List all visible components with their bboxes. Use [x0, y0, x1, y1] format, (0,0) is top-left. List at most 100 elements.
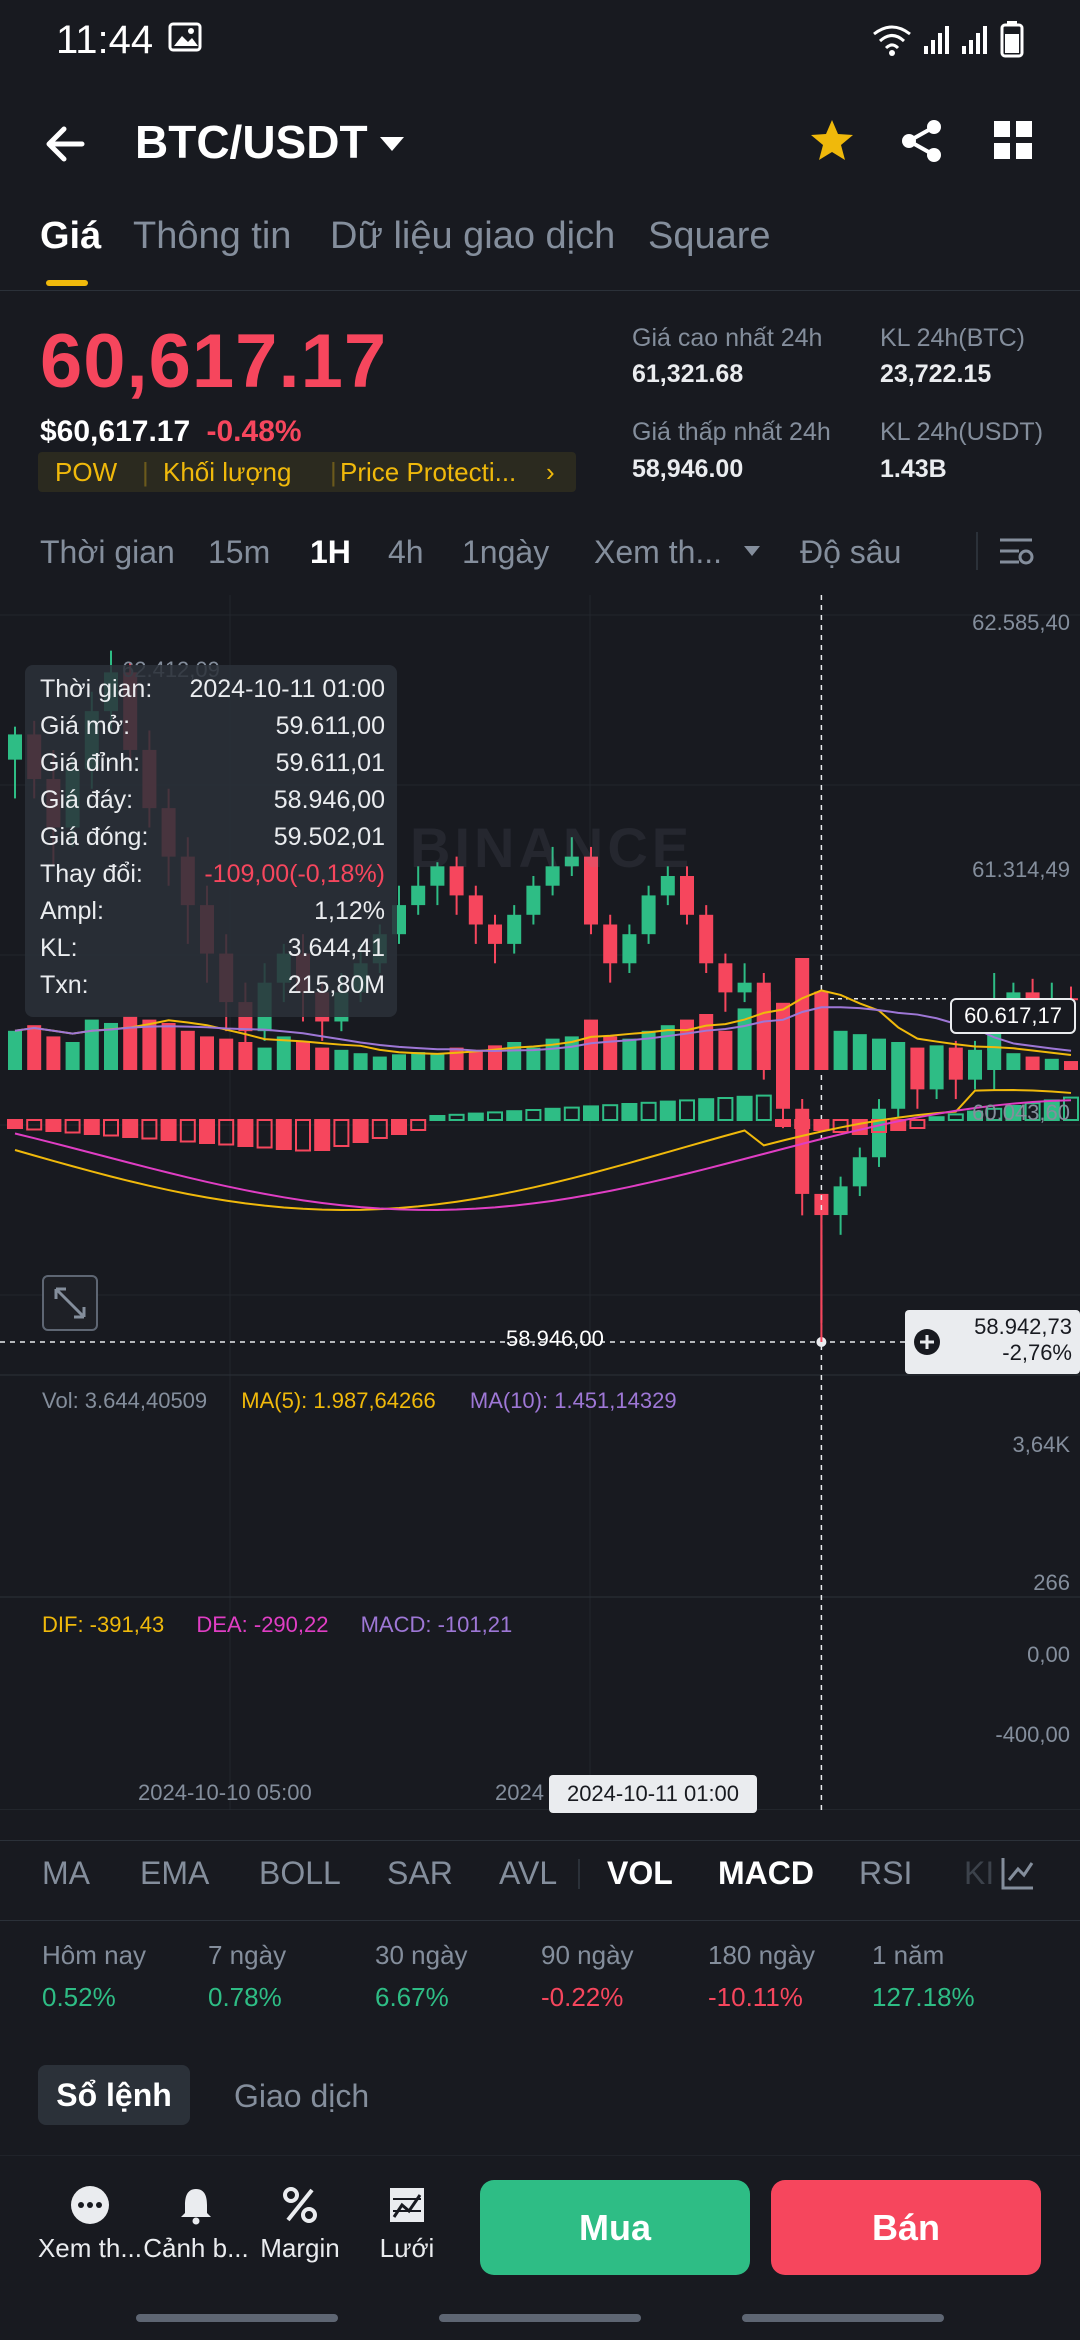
share-icon[interactable] — [898, 117, 946, 165]
tooltip-row: KL: 3.644,41 — [40, 934, 385, 968]
usd-price-row: $60,617.17 -0.48% — [40, 415, 302, 449]
timeframe-15m[interactable]: 15m — [208, 534, 270, 571]
indicator-settings-icon[interactable] — [1000, 1855, 1036, 1891]
tab-square[interactable]: Square — [648, 215, 771, 258]
timeframe-1d[interactable]: 1ngày — [462, 534, 549, 571]
candle-body — [737, 982, 752, 993]
indicator-avl[interactable]: AVL — [499, 1855, 557, 1892]
tab-info[interactable]: Thông tin — [133, 215, 291, 258]
alert-label: Cảnh b... — [143, 2233, 249, 2263]
volume-bar — [1006, 1053, 1021, 1070]
divider — [578, 1859, 580, 1889]
indicator-boll[interactable]: BOLL — [259, 1855, 341, 1892]
performance-value: 127.18% — [872, 1982, 975, 2012]
indicator-ema[interactable]: EMA — [140, 1855, 209, 1892]
divider — [0, 1840, 1080, 1841]
macd-axis-label: -400,00 — [995, 1722, 1070, 1747]
chart-settings-icon[interactable] — [997, 532, 1035, 570]
macd-bar — [103, 1119, 119, 1137]
candle-body — [411, 885, 426, 906]
volume-bar — [1025, 1056, 1040, 1070]
volume-bar — [257, 1047, 272, 1070]
status-time: 11:44 — [56, 18, 154, 62]
back-arrow-icon[interactable] — [42, 121, 88, 167]
current-price-tag: 60.617,17 — [950, 998, 1076, 1034]
macd-bar — [83, 1119, 100, 1135]
nav-indicator — [136, 2314, 338, 2322]
tag-pow[interactable]: POW — [55, 457, 117, 488]
macd-bar — [506, 1110, 523, 1122]
tooltip-row: Thời gian: 2024-10-11 01:00 — [40, 675, 385, 709]
indicator-macd[interactable]: MACD — [718, 1855, 814, 1892]
indicator-ma[interactable]: MA — [42, 1855, 90, 1892]
tab-trading-data[interactable]: Dữ liệu giao dịch — [330, 215, 615, 258]
macd-legend-dea: DEA: -290,22 — [196, 1612, 329, 1637]
macd-legend-macd: MACD: -101,21 — [360, 1612, 513, 1637]
grid-label: Lưới — [379, 2233, 435, 2263]
sell-button[interactable]: Bán — [771, 2180, 1041, 2275]
tooltip-row: Thay đổi: -109,00(-0,18%) — [40, 860, 385, 894]
timeframe-4h[interactable]: 4h — [388, 534, 424, 571]
timeframe-label[interactable]: Thời gian — [40, 534, 175, 571]
buy-button[interactable]: Mua — [480, 2180, 750, 2275]
indicator-kdj[interactable]: KI — [964, 1855, 994, 1892]
bell-icon — [181, 2189, 211, 2225]
margin-label: Margin — [260, 2233, 340, 2263]
grid-button[interactable]: Lưới — [347, 2185, 467, 2264]
volume-bar — [27, 1025, 42, 1070]
tag-price-protection[interactable]: Price Protecti... — [340, 457, 516, 488]
alert-button[interactable]: Cảnh b... — [136, 2185, 256, 2264]
volume-bar — [1064, 1061, 1078, 1070]
macd-bar — [698, 1098, 715, 1122]
tag-bar[interactable]: POW | Khối lượng | Price Protecti... › — [38, 452, 576, 492]
indicator-vol[interactable]: VOL — [607, 1855, 673, 1892]
volume-bar — [65, 1042, 80, 1070]
performance-value: 6.67% — [375, 1982, 449, 2012]
tab-price[interactable]: Giá — [40, 215, 101, 258]
chevron-down-icon[interactable] — [378, 129, 406, 157]
tab-trades[interactable]: Giao dịch — [234, 2078, 369, 2115]
pair-title[interactable]: BTC/USDT — [135, 115, 368, 169]
indicator-rsi[interactable]: RSI — [859, 1855, 912, 1892]
grid-menu-icon[interactable] — [992, 119, 1034, 161]
indicator-sar[interactable]: SAR — [387, 1855, 453, 1892]
tooltip-row: Txn: 215,80M — [40, 971, 385, 1005]
macd-dif-line — [14, 1089, 1072, 1211]
tab-order-book[interactable]: Sổ lệnh — [38, 2065, 190, 2125]
macd-bar — [583, 1105, 599, 1121]
tooltip-value: 2024-10-11 01:00 — [189, 675, 385, 703]
macd-bar — [448, 1113, 465, 1121]
vol-axis-label: 266 — [1033, 1570, 1070, 1595]
divider — [976, 532, 978, 570]
active-tab-indicator — [46, 280, 88, 286]
depth-tab[interactable]: Độ sâu — [800, 534, 901, 571]
nav-indicator — [439, 2314, 641, 2322]
macd-bar — [659, 1100, 676, 1122]
macd-bar — [736, 1095, 753, 1121]
wifi-icon — [873, 25, 911, 56]
star-icon[interactable] — [808, 117, 856, 165]
tooltip-key: Giá đóng: — [40, 823, 149, 851]
tooltip-row: Giá đáy: 58.946,00 — [40, 786, 385, 820]
more-button[interactable]: Xem th... — [30, 2185, 150, 2264]
tooltip-row: Giá mở: 59.611,00 — [40, 712, 385, 746]
candle-body — [8, 734, 22, 760]
timeframe-1h[interactable]: 1H — [310, 534, 351, 571]
volume-bar — [891, 1042, 906, 1070]
macd-bar — [947, 1113, 964, 1122]
margin-button[interactable]: Margin — [240, 2185, 360, 2264]
macd-axis-label: 0,00 — [1027, 1642, 1070, 1667]
timeframe-more[interactable]: Xem th... — [594, 534, 722, 571]
volume-bar — [8, 1030, 22, 1070]
tooltip-key: Giá đỉnh: — [40, 749, 141, 777]
add-order-icon[interactable] — [912, 1327, 942, 1357]
tag-volume[interactable]: Khối lượng — [163, 457, 291, 488]
nav-indicator — [742, 2314, 944, 2322]
candle-body — [622, 934, 637, 964]
caret-down-icon — [744, 546, 760, 556]
fullscreen-button[interactable] — [42, 1275, 98, 1331]
candle-body — [718, 963, 733, 993]
candle-body — [468, 895, 483, 925]
candle-body — [872, 1108, 886, 1158]
candle-body — [910, 1069, 925, 1090]
